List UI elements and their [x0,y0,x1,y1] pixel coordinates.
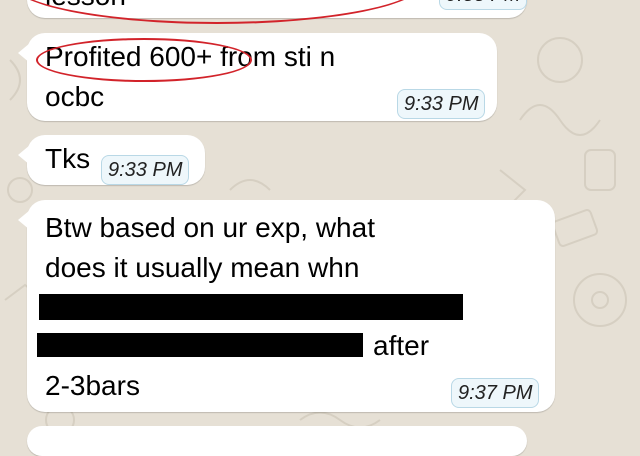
message-timestamp: 9:33 PM [439,0,528,10]
message-text: ocbc [45,81,105,112]
message-text: after [373,330,430,361]
red-annotation-ellipse [36,38,252,82]
bubble-tail [18,145,30,165]
message-timestamp: 9:33 PM [397,89,486,119]
message-bubble[interactable]: Btw based on ur exp, what does it usuall… [18,200,555,412]
message-bubble-partial[interactable] [27,426,527,456]
redaction-bar [39,294,463,320]
redaction-bar [37,333,363,357]
message-text: does it usually mean whn [45,252,360,283]
message-bubble[interactable]: Tks 9:33 PM [18,135,205,185]
message-text: Btw based on ur exp, what [45,212,375,243]
message-timestamp: 9:37 PM [451,378,540,408]
message-text: 2-3bars [45,370,140,401]
message-timestamp: 9:33 PM [101,155,190,185]
bubble-tail [18,210,30,230]
message-text: Tks [45,143,91,174]
bubble-tail [18,43,30,63]
